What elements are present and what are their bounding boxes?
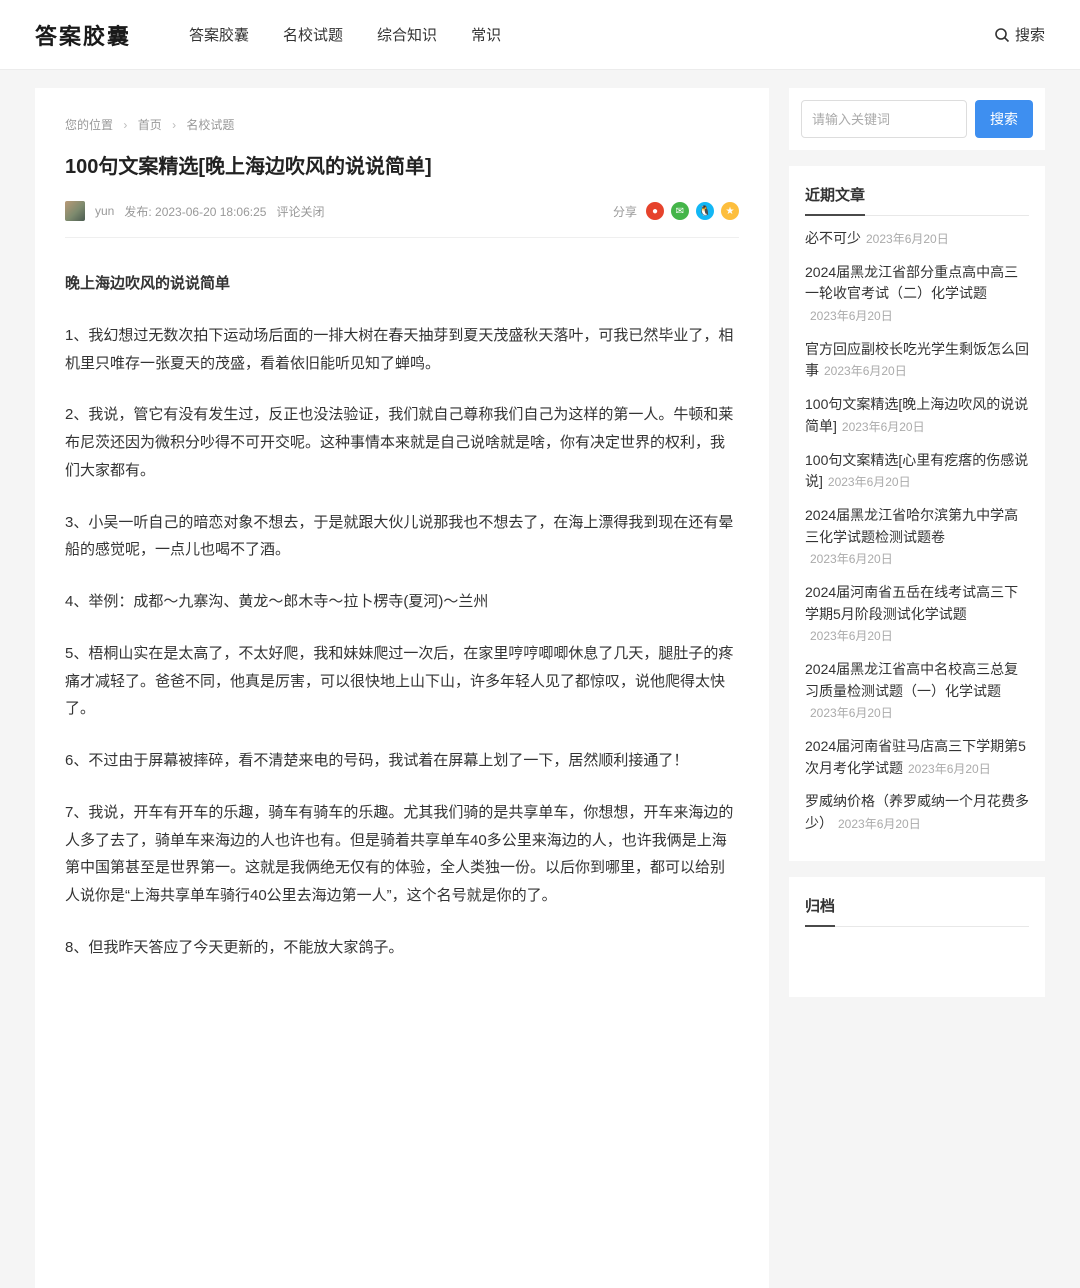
header-search-label: 搜索	[1015, 24, 1045, 45]
article-card: 您的位置 › 首页 › 名校试题 100句文案精选[晚上海边吹风的说说简单] y…	[35, 88, 769, 1288]
archive-card: 归档	[789, 877, 1045, 997]
recent-post-link[interactable]: 2024届黑龙江省哈尔滨第九中学高三化学试题检测试题卷	[805, 507, 1018, 545]
article-paragraph: 4、举例：成都～九寨沟、黄龙～郎木寺～拉卜楞寺(夏河)～兰州	[65, 588, 739, 616]
recent-post-link[interactable]: 2024届黑龙江省部分重点高中高三一轮收官考试（二）化学试题	[805, 264, 1018, 302]
breadcrumb: 您的位置 › 首页 › 名校试题	[65, 116, 739, 133]
site-logo[interactable]: 答案胶囊	[35, 19, 131, 51]
breadcrumb-home-link[interactable]: 首页	[138, 118, 162, 132]
article-paragraph: 5、梧桐山实在是太高了，不太好爬，我和妹妹爬过一次后，在家里哼哼唧唧休息了几天，…	[65, 640, 739, 723]
share-weibo-icon[interactable]: ●	[646, 202, 664, 220]
nav-item-general-knowledge[interactable]: 综合知识	[377, 24, 437, 45]
recent-post-date: 2023年6月20日	[810, 309, 893, 323]
breadcrumb-category-link[interactable]: 名校试题	[186, 118, 234, 132]
publish-date: 发布: 2023-06-20 18:06:25	[124, 203, 266, 220]
recent-post-date: 2023年6月20日	[810, 706, 893, 720]
recent-post-date: 2023年6月20日	[810, 552, 893, 566]
author-avatar	[65, 201, 85, 221]
article-meta: yun 发布: 2023-06-20 18:06:25 评论关闭 分享 ● ✉ …	[65, 201, 739, 238]
article-subtitle: 晚上海边吹风的说说简单	[65, 270, 739, 298]
page-body: 您的位置 › 首页 › 名校试题 100句文案精选[晚上海边吹风的说说简单] y…	[0, 70, 1080, 1288]
share-qzone-icon[interactable]: ★	[721, 202, 739, 220]
comments-status: 评论关闭	[276, 203, 324, 220]
sidebar-search-card: 搜索	[789, 88, 1045, 150]
article-paragraph: 2、我说，管它有没有发生过，反正也没法验证，我们就自己尊称我们自己为这样的第一人…	[65, 401, 739, 484]
recent-post-item: 100句文案精选[心里有疙瘩的伤感说说]2023年6月20日	[805, 450, 1029, 493]
recent-post-item: 100句文案精选[晚上海边吹风的说说简单]2023年6月20日	[805, 394, 1029, 437]
top-nav-bar: 答案胶囊 答案胶囊 名校试题 综合知识 常识 搜索	[0, 0, 1080, 70]
recent-post-item: 2024届黑龙江省哈尔滨第九中学高三化学试题检测试题卷 2023年6月20日	[805, 505, 1029, 570]
recent-post-date: 2023年6月20日	[866, 232, 949, 246]
breadcrumb-separator: ›	[123, 118, 127, 132]
share-bar: 分享 ● ✉ 🐧 ★	[613, 202, 739, 220]
recent-post-item: 必不可少 2023年6月20日	[805, 228, 1029, 250]
recent-post-date: 2023年6月20日	[828, 475, 911, 489]
recent-post-date: 2023年6月20日	[842, 420, 925, 434]
article-paragraph: 6、不过由于屏幕被摔碎，看不清楚来电的号码，我试着在屏幕上划了一下，居然顺利接通…	[65, 747, 739, 775]
sidebar-search-input[interactable]	[801, 100, 967, 138]
main-nav: 答案胶囊 名校试题 综合知识 常识	[189, 24, 535, 45]
recent-post-item: 2024届河南省五岳在线考试高三下学期5月阶段测试化学试题 2023年6月20日	[805, 582, 1029, 647]
recent-posts-card: 近期文章 必不可少 2023年6月20日 2024届黑龙江省部分重点高中高三一轮收…	[789, 166, 1045, 861]
recent-post-item: 官方回应副校长吃光学生剩饭怎么回事2023年6月20日	[805, 339, 1029, 382]
recent-post-link[interactable]: 必不可少	[805, 230, 861, 246]
share-qq-icon[interactable]: 🐧	[696, 202, 714, 220]
share-label: 分享	[613, 203, 637, 220]
recent-post-link[interactable]: 2024届河南省五岳在线考试高三下学期5月阶段测试化学试题	[805, 584, 1018, 622]
page-title: 100句文案精选[晚上海边吹风的说说简单]	[65, 153, 739, 181]
article-paragraph: 7、我说，开车有开车的乐趣，骑车有骑车的乐趣。尤其我们骑的是共享单车，你想想，开…	[65, 799, 739, 910]
recent-post-item: 2024届黑龙江省高中名校高三总复习质量检测试题（一）化学试题 2023年6月20…	[805, 659, 1029, 724]
recent-post-date: 2023年6月20日	[824, 364, 907, 378]
breadcrumb-prefix: 您的位置	[65, 118, 113, 132]
nav-item-common-sense[interactable]: 常识	[471, 24, 501, 45]
sidebar-search-button[interactable]: 搜索	[975, 100, 1033, 138]
archive-title-row: 归档	[805, 895, 1029, 927]
recent-post-item: 罗威纳价格（养罗威纳一个月花费多少）2023年6月20日	[805, 791, 1029, 834]
search-icon	[994, 27, 1010, 43]
recent-post-item: 2024届黑龙江省部分重点高中高三一轮收官考试（二）化学试题 2023年6月20日	[805, 262, 1029, 327]
author-name: yun	[95, 204, 114, 218]
recent-post-date: 2023年6月20日	[810, 629, 893, 643]
sidebar: 搜索 近期文章 必不可少 2023年6月20日 2024届黑龙江省部分重点高中高三…	[789, 88, 1045, 997]
recent-posts-title-row: 近期文章	[805, 184, 1029, 216]
header-search-button[interactable]: 搜索	[994, 24, 1045, 45]
archive-title: 归档	[805, 895, 835, 927]
recent-post-date: 2023年6月20日	[838, 817, 921, 831]
share-wechat-icon[interactable]: ✉	[671, 202, 689, 220]
article-paragraph: 3、小吴一听自己的暗恋对象不想去，于是就跟大伙儿说那我也不想去了，在海上漂得我到…	[65, 509, 739, 565]
recent-post-date: 2023年6月20日	[908, 762, 991, 776]
recent-post-item: 2024届河南省驻马店高三下学期第5次月考化学试题2023年6月20日	[805, 736, 1029, 779]
article-body: 晚上海边吹风的说说简单 1、我幻想过无数次拍下运动场后面的一排大树在春天抽芽到夏…	[65, 238, 739, 962]
article-paragraph: 1、我幻想过无数次拍下运动场后面的一排大树在春天抽芽到夏天茂盛秋天落叶，可我已然…	[65, 322, 739, 378]
recent-posts-title: 近期文章	[805, 184, 865, 216]
article-paragraph: 8、但我昨天答应了今天更新的，不能放大家鸽子。	[65, 934, 739, 962]
nav-item-answer-capsule[interactable]: 答案胶囊	[189, 24, 249, 45]
nav-item-school-papers[interactable]: 名校试题	[283, 24, 343, 45]
breadcrumb-separator: ›	[172, 118, 176, 132]
recent-post-link[interactable]: 2024届黑龙江省高中名校高三总复习质量检测试题（一）化学试题	[805, 661, 1018, 699]
recent-posts-list: 必不可少 2023年6月20日 2024届黑龙江省部分重点高中高三一轮收官考试（二…	[805, 228, 1029, 835]
